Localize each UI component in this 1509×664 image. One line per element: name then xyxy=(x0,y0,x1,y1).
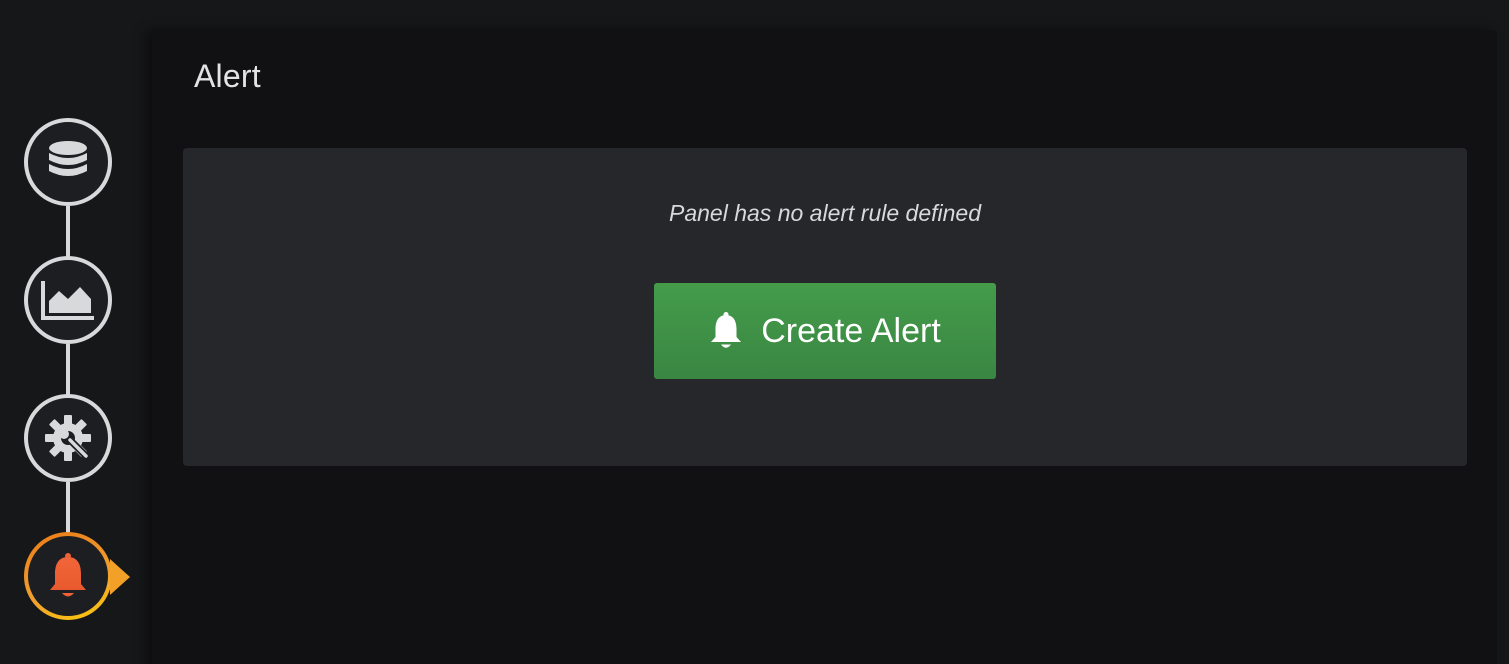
create-alert-button[interactable]: Create Alert xyxy=(654,283,996,379)
step-general[interactable] xyxy=(24,394,112,482)
rail-connector xyxy=(66,206,70,258)
area-chart-icon xyxy=(41,281,94,320)
bell-icon xyxy=(50,553,86,597)
create-alert-label: Create Alert xyxy=(761,311,941,350)
empty-state-card: Panel has no alert rule defined Create A… xyxy=(183,148,1467,466)
step-queries[interactable] xyxy=(24,118,112,206)
page-title: Alert xyxy=(194,58,261,94)
empty-state-message: Panel has no alert rule defined xyxy=(669,200,981,226)
step-alert[interactable] xyxy=(24,532,112,620)
database-icon xyxy=(49,141,87,176)
step-visualization[interactable] xyxy=(24,256,112,344)
editor-step-rail xyxy=(0,0,150,664)
rail-connector xyxy=(66,344,70,396)
panel-editor: Alert Panel has no alert rule defined Cr… xyxy=(0,0,1509,664)
bell-icon xyxy=(709,311,743,351)
alert-tab-content: Alert Panel has no alert rule defined Cr… xyxy=(152,30,1497,664)
active-step-indicator xyxy=(110,559,130,595)
cog-wrench-icon xyxy=(45,415,91,461)
rail-connector xyxy=(66,482,70,534)
